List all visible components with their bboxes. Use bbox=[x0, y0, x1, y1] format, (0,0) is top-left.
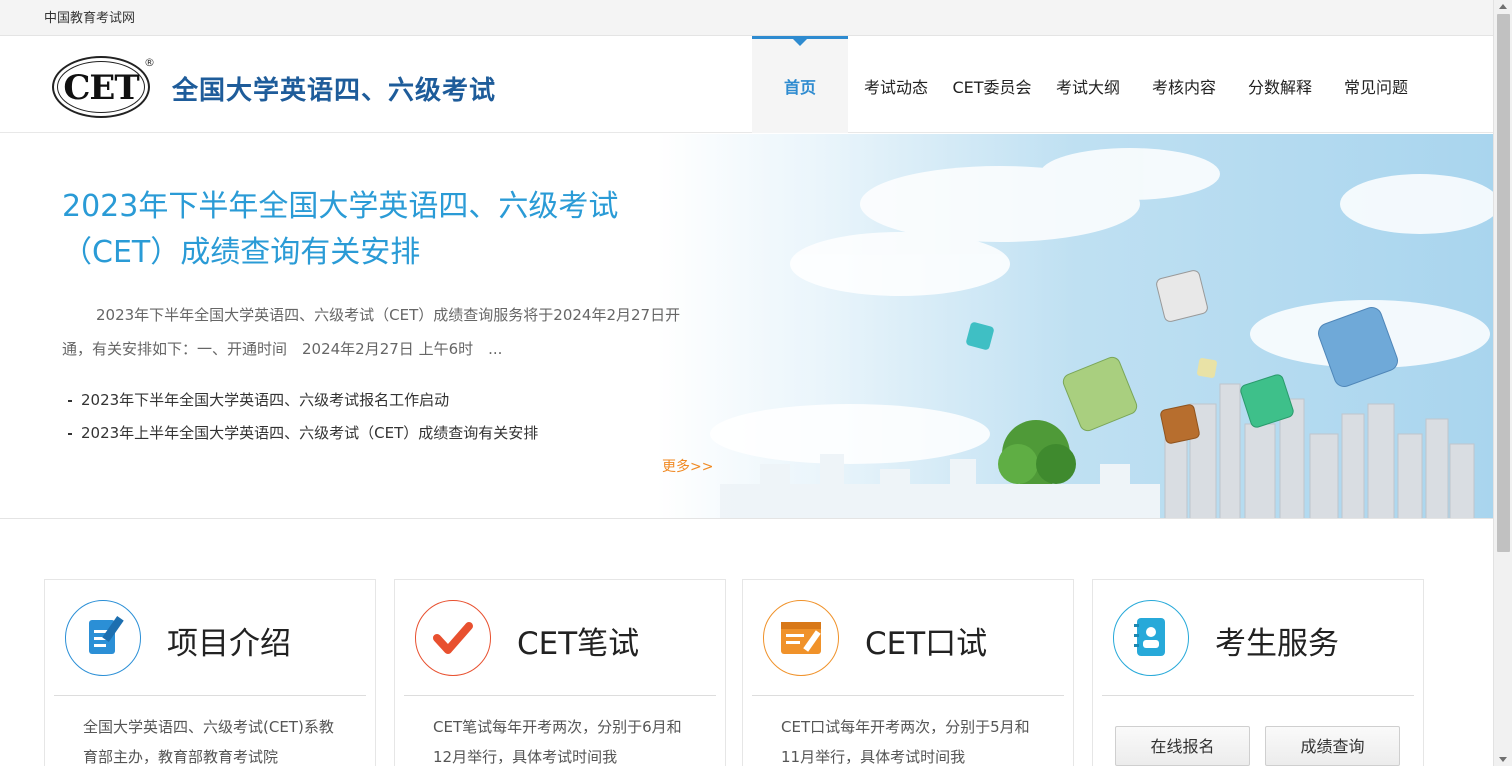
card-description: CET口试每年开考两次，分别于5月和11月举行，具体考试时间我 bbox=[781, 718, 1030, 766]
nav-score-explanation-label: 分数解释 bbox=[1247, 78, 1312, 97]
site-title: 全国大学英语四、六级考试 bbox=[172, 76, 497, 106]
card-cet-oral[interactable]: CET口试 CET口试每年开考两次，分别于5月和11月举行，具体考试时间我 bbox=[742, 579, 1074, 766]
card-description: 全国大学英语四、六级考试(CET)系教育部主办，教育部教育考试院 bbox=[83, 718, 334, 766]
news-item[interactable]: 2023年下半年全国大学英语四、六级考试报名工作启动 bbox=[66, 384, 538, 417]
card-project-intro[interactable]: 项目介绍 全国大学英语四、六级考试(CET)系教育部主办，教育部教育考试院 bbox=[44, 579, 376, 766]
site-header: CET ® 全国大学英语四、六级考试 首页 考试动态 CET委员会 考试大纲 考… bbox=[0, 36, 1493, 133]
neea-home-link[interactable]: 中国教育考试网 bbox=[44, 7, 135, 26]
card-divider bbox=[1102, 695, 1414, 696]
logo-text: CET bbox=[63, 68, 139, 108]
news-list: 2023年下半年全国大学英语四、六级考试报名工作启动 2023年上半年全国大学英… bbox=[66, 384, 538, 450]
nav-cet-committee[interactable]: CET委员会 bbox=[946, 36, 1038, 133]
nav-cet-committee-label: CET委员会 bbox=[952, 78, 1032, 97]
card-title: CET笔试 bbox=[517, 626, 640, 662]
card-divider bbox=[404, 695, 716, 696]
nav-syllabus-label: 考试大纲 bbox=[1055, 78, 1120, 97]
card-divider bbox=[752, 695, 1064, 696]
card-title: 考生服务 bbox=[1215, 626, 1339, 662]
nav-faq-label: 常见问题 bbox=[1343, 78, 1408, 97]
browser-edit-icon bbox=[763, 600, 839, 676]
nav-exam-news[interactable]: 考试动态 bbox=[856, 36, 936, 133]
nav-content[interactable]: 考核内容 bbox=[1144, 36, 1224, 133]
low-city-silhouette bbox=[720, 454, 1160, 518]
card-description: CET笔试每年开考两次，分别于6月和12月举行，具体考试时间我 bbox=[433, 718, 682, 766]
nav-home[interactable]: 首页 bbox=[752, 36, 848, 133]
nav-syllabus[interactable]: 考试大纲 bbox=[1048, 36, 1128, 133]
card-title: 项目介绍 bbox=[167, 626, 291, 662]
nav-content-label: 考核内容 bbox=[1151, 78, 1216, 97]
cet-logo[interactable]: CET bbox=[52, 56, 150, 118]
nav-faq[interactable]: 常见问题 bbox=[1336, 36, 1416, 133]
headline-summary: 2023年下半年全国大学英语四、六级考试（CET）成绩查询服务将于2024年2月… bbox=[62, 306, 681, 358]
page: 中国教育考试网 CET ® 全国大学英语四、六级考试 首页 考试动态 CET委员… bbox=[0, 0, 1512, 766]
news-banner: 2023年下半年全国大学英语四、六级考试（CET）成绩查询有关安排 2023年下… bbox=[0, 134, 1493, 519]
city-skyline bbox=[1164, 383, 1475, 518]
score-query-button[interactable]: 成绩查询 bbox=[1265, 726, 1400, 766]
scroll-thumb[interactable] bbox=[1497, 14, 1510, 552]
page-scrollbar[interactable] bbox=[1493, 0, 1512, 766]
registered-mark: ® bbox=[144, 56, 155, 69]
floating-cubes bbox=[966, 270, 1398, 444]
contact-book-icon bbox=[1113, 600, 1189, 676]
card-cet-written[interactable]: CET笔试 CET笔试每年开考两次，分别于6月和12月举行，具体考试时间我 bbox=[394, 579, 726, 766]
nav-score-explanation[interactable]: 分数解释 bbox=[1240, 36, 1320, 133]
checkmark-icon bbox=[415, 600, 491, 676]
card-divider bbox=[54, 695, 366, 696]
card-title: CET口试 bbox=[865, 626, 988, 662]
nav-exam-news-label: 考试动态 bbox=[863, 78, 928, 97]
top-bar: 中国教育考试网 bbox=[0, 0, 1493, 36]
active-caret-icon bbox=[793, 39, 807, 46]
news-item[interactable]: 2023年上半年全国大学英语四、六级考试（CET）成绩查询有关安排 bbox=[66, 417, 538, 450]
headline-link[interactable]: 2023年下半年全国大学英语四、六级考试（CET）成绩查询有关安排 bbox=[62, 184, 622, 276]
online-registration-button[interactable]: 在线报名 bbox=[1115, 726, 1250, 766]
nav-home-label: 首页 bbox=[783, 78, 816, 97]
document-edit-icon bbox=[65, 600, 141, 676]
scroll-up-arrow-icon[interactable] bbox=[1499, 4, 1507, 9]
more-news-link[interactable]: 更多>> bbox=[662, 456, 713, 476]
card-candidate-services: 考生服务 在线报名 成绩查询 bbox=[1092, 579, 1424, 766]
scroll-down-arrow-icon[interactable] bbox=[1499, 757, 1507, 762]
